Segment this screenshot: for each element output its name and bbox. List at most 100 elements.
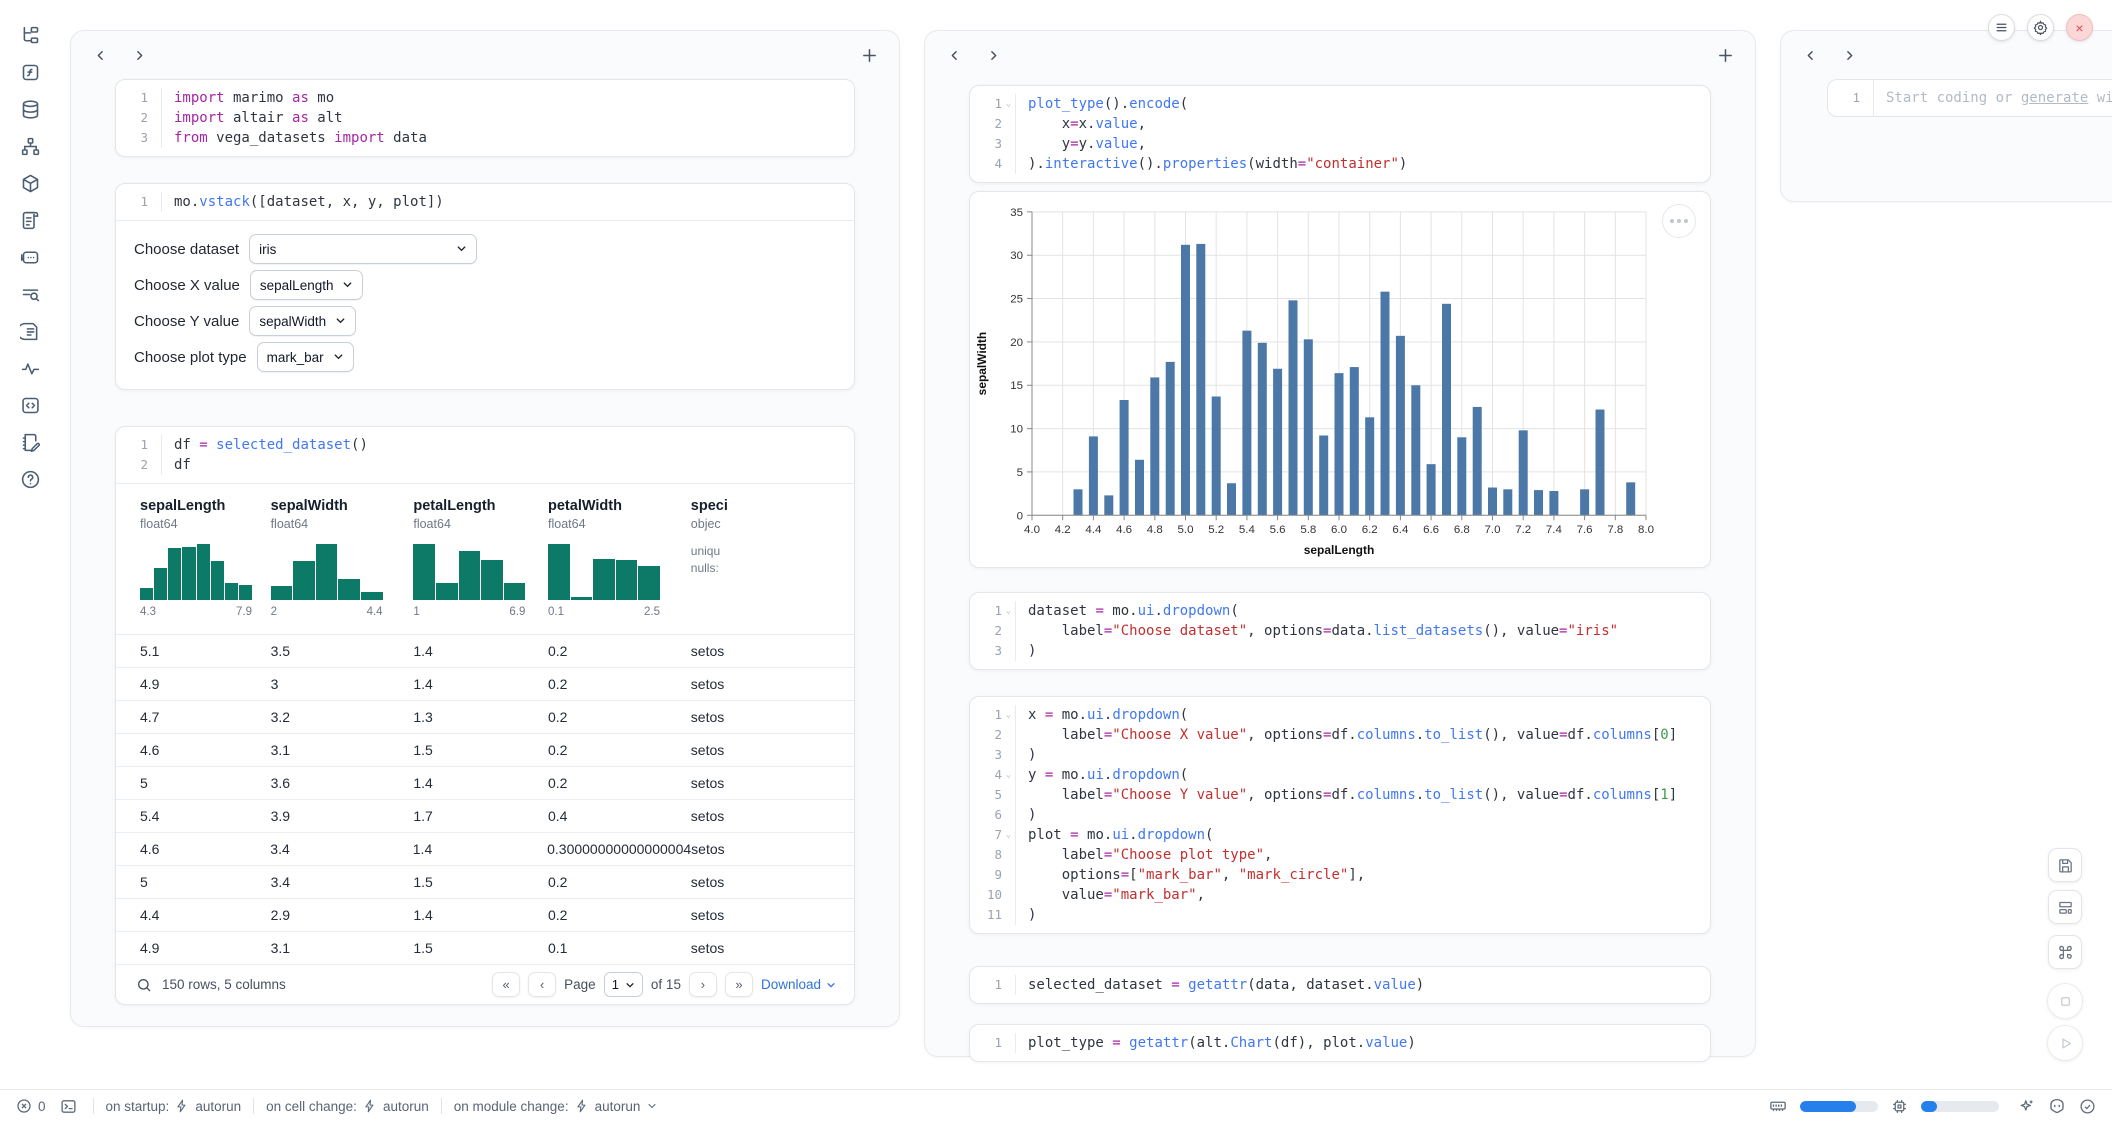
cell-selected-dataset[interactable]: 1selected_dataset = getattr(data, datase… bbox=[969, 966, 1711, 1004]
code-line[interactable]: 7⌄plot = mo.ui.dropdown( bbox=[970, 825, 1710, 845]
code-line[interactable]: 2import altair as alt bbox=[116, 108, 854, 128]
column-prev-button[interactable] bbox=[1801, 46, 1819, 64]
table-row[interactable]: 5.43.91.70.4setos bbox=[116, 799, 854, 832]
code-line[interactable]: 3 y=y.value, bbox=[970, 134, 1710, 154]
table-row[interactable]: 4.931.40.2setos bbox=[116, 667, 854, 700]
code-line[interactable]: 1plot_type = getattr(alt.Chart(df), plot… bbox=[970, 1033, 1710, 1053]
code-line[interactable]: 3from vega_datasets import data bbox=[116, 128, 854, 148]
cell-plot-type[interactable]: 1plot_type = getattr(alt.Chart(df), plot… bbox=[969, 1024, 1711, 1062]
column-header-sepalWidth[interactable]: sepalWidthfloat6424.4 bbox=[271, 498, 414, 634]
cell-dataframe[interactable]: 1df = selected_dataset()2df sepalLengthf… bbox=[115, 426, 855, 1005]
cell-xy-plot-dropdowns[interactable]: 1⌄x = mo.ui.dropdown(2 label="Choose X v… bbox=[969, 696, 1711, 934]
error-counter[interactable]: 0 bbox=[16, 1098, 46, 1114]
column-prev-button[interactable] bbox=[945, 46, 963, 64]
column-next-button[interactable] bbox=[1840, 46, 1858, 64]
cell-vstack[interactable]: 1mo.vstack([dataset, x, y, plot]) Choose… bbox=[115, 183, 855, 390]
code-line[interactable]: 3) bbox=[970, 641, 1710, 661]
dependency-graph-icon[interactable] bbox=[19, 135, 41, 157]
empty-code-cell[interactable]: 1 Start coding or generate with bbox=[1827, 79, 2112, 117]
add-cell-icon[interactable] bbox=[1715, 45, 1735, 65]
code-line[interactable]: 1mo.vstack([dataset, x, y, plot]) bbox=[116, 192, 854, 212]
layout-button[interactable] bbox=[2048, 890, 2082, 924]
download-button[interactable]: Download bbox=[761, 977, 836, 992]
code-line[interactable]: 1⌄dataset = mo.ui.dropdown( bbox=[970, 601, 1710, 621]
run-button[interactable] bbox=[2047, 1025, 2083, 1061]
cell-plot-expression[interactable]: 1⌄plot_type().encode(2 x=x.value,3 y=y.v… bbox=[969, 85, 1711, 183]
dataset-dropdown[interactable]: iris bbox=[249, 234, 477, 264]
fold-chevron-icon[interactable]: ⌄ bbox=[1002, 94, 1015, 114]
code-line[interactable]: 10 value="mark_bar", bbox=[970, 885, 1710, 905]
generate-link[interactable]: generate bbox=[2021, 90, 2088, 106]
code-line[interactable]: 2 label="Choose X value", options=df.col… bbox=[970, 725, 1710, 745]
column-header-petalLength[interactable]: petalLengthfloat6416.9 bbox=[413, 498, 548, 634]
code-line[interactable]: 1⌄x = mo.ui.dropdown( bbox=[970, 705, 1710, 725]
x-value-dropdown[interactable]: sepalLength bbox=[250, 270, 364, 300]
first-page-button[interactable]: « bbox=[492, 972, 520, 997]
cell-imports[interactable]: 1import marimo as mo2import altair as al… bbox=[115, 79, 855, 157]
table-row[interactable]: 53.41.50.2setos bbox=[116, 865, 854, 898]
code-line[interactable]: 4⌄y = mo.ui.dropdown( bbox=[970, 765, 1710, 785]
code-line[interactable]: 1⌄plot_type().encode( bbox=[970, 94, 1710, 114]
logs-icon[interactable] bbox=[19, 209, 41, 231]
fold-chevron-icon[interactable]: ⌄ bbox=[1002, 601, 1015, 621]
outline-icon[interactable] bbox=[19, 283, 41, 305]
ai-sparkles-button[interactable] bbox=[2018, 1098, 2035, 1115]
copilot-button[interactable] bbox=[2048, 1097, 2066, 1115]
terminal-button[interactable] bbox=[60, 1098, 77, 1115]
prev-page-button[interactable]: ‹ bbox=[528, 972, 556, 997]
add-cell-icon[interactable] bbox=[859, 45, 879, 65]
fold-chevron-icon[interactable]: ⌄ bbox=[1002, 705, 1015, 725]
on-startup-mode[interactable]: on startup: autorun bbox=[106, 1099, 242, 1114]
column-header-petalWidth[interactable]: petalWidthfloat640.12.5 bbox=[548, 498, 691, 634]
packages-icon[interactable] bbox=[19, 172, 41, 194]
altair-bar-chart[interactable]: 4.04.24.44.64.85.05.25.45.65.86.06.26.46… bbox=[970, 192, 1710, 567]
keyboard-shortcuts-button[interactable] bbox=[2048, 935, 2082, 969]
search-icon[interactable] bbox=[136, 977, 152, 993]
code-line[interactable]: 6) bbox=[970, 805, 1710, 825]
plot-type-dropdown[interactable]: mark_bar bbox=[257, 342, 354, 372]
documentation-icon[interactable] bbox=[19, 320, 41, 342]
table-row[interactable]: 4.63.41.40.30000000000000004setos bbox=[116, 832, 854, 865]
code-line[interactable]: 11) bbox=[970, 905, 1710, 925]
on-cell-change-mode[interactable]: on cell change: autorun bbox=[266, 1099, 429, 1114]
table-row[interactable]: 5.13.51.40.2setos bbox=[116, 634, 854, 667]
save-button[interactable] bbox=[2048, 848, 2082, 882]
next-page-button[interactable]: › bbox=[689, 972, 717, 997]
column-prev-button[interactable] bbox=[91, 46, 109, 64]
code-line[interactable]: 8 label="Choose plot type", bbox=[970, 845, 1710, 865]
connection-status-icon[interactable] bbox=[2079, 1098, 2096, 1115]
column-next-button[interactable] bbox=[984, 46, 1002, 64]
file-tree-icon[interactable] bbox=[19, 24, 41, 46]
code-line[interactable]: 9 options=["mark_bar", "mark_circle"], bbox=[970, 865, 1710, 885]
code-line[interactable]: 4).interactive().properties(width="conta… bbox=[970, 154, 1710, 174]
code-line[interactable]: 2df bbox=[116, 455, 854, 475]
column-next-button[interactable] bbox=[130, 46, 148, 64]
column-header-speci[interactable]: speciobjecuniqunulls: bbox=[691, 498, 854, 634]
chart-options-button[interactable] bbox=[1662, 204, 1696, 238]
code-line[interactable]: 3) bbox=[970, 745, 1710, 765]
snippets-icon[interactable] bbox=[19, 394, 41, 416]
menu-button[interactable] bbox=[1988, 14, 2015, 41]
chat-icon[interactable] bbox=[19, 246, 41, 268]
code-line[interactable]: 5 label="Choose Y value", options=df.col… bbox=[970, 785, 1710, 805]
code-line[interactable]: 1df = selected_dataset() bbox=[116, 435, 854, 455]
fold-chevron-icon[interactable]: ⌄ bbox=[1002, 825, 1015, 845]
code-line[interactable]: 1selected_dataset = getattr(data, datase… bbox=[970, 975, 1710, 995]
table-row[interactable]: 53.61.40.2setos bbox=[116, 766, 854, 799]
help-icon[interactable] bbox=[19, 468, 41, 490]
page-select[interactable]: 1 bbox=[604, 972, 643, 997]
scratchpad-icon[interactable] bbox=[19, 431, 41, 453]
column-header-sepalLength[interactable]: sepalLengthfloat644.37.9 bbox=[140, 498, 271, 634]
database-icon[interactable] bbox=[19, 98, 41, 120]
y-value-dropdown[interactable]: sepalWidth bbox=[249, 306, 356, 336]
settings-button[interactable] bbox=[2027, 14, 2054, 41]
last-page-button[interactable]: » bbox=[725, 972, 753, 997]
cell-dataset-dropdown[interactable]: 1⌄dataset = mo.ui.dropdown(2 label="Choo… bbox=[969, 592, 1711, 670]
stop-button[interactable] bbox=[2047, 983, 2083, 1019]
fold-chevron-icon[interactable]: ⌄ bbox=[1002, 765, 1015, 785]
table-row[interactable]: 4.93.11.50.1setos bbox=[116, 931, 854, 964]
table-row[interactable]: 4.73.21.30.2setos bbox=[116, 700, 854, 733]
code-line[interactable]: 2 x=x.value, bbox=[970, 114, 1710, 134]
code-line[interactable]: 1import marimo as mo bbox=[116, 88, 854, 108]
code-line[interactable]: 2 label="Choose dataset", options=data.l… bbox=[970, 621, 1710, 641]
